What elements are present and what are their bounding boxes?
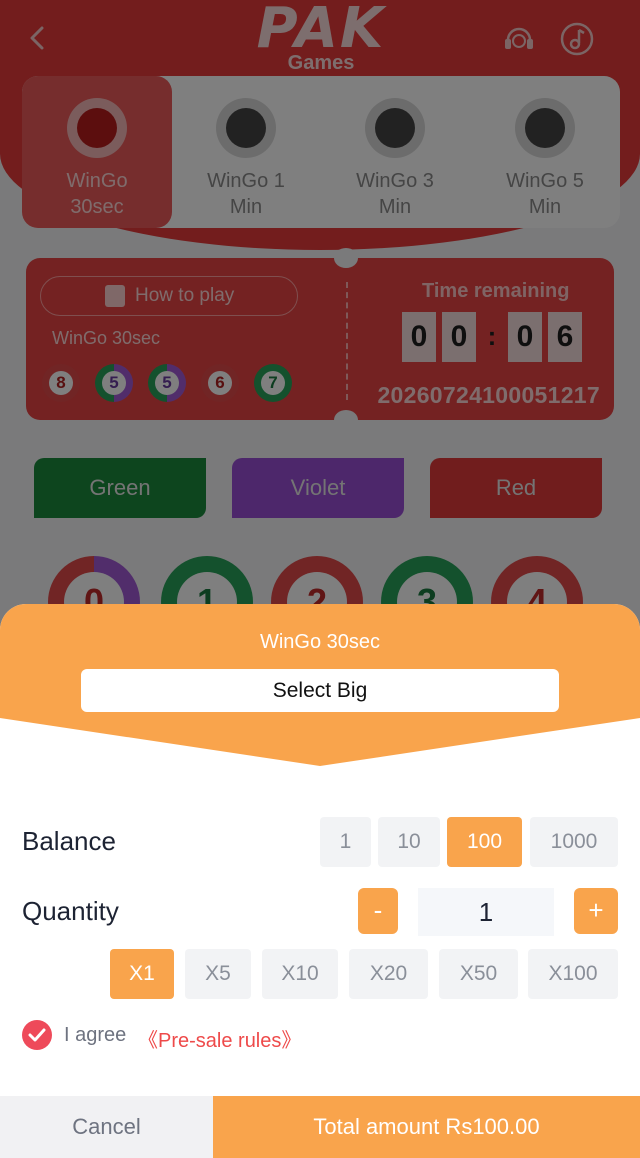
bet-sheet: WinGo 30sec Select Big Balance 1 10 100 … — [0, 604, 640, 1158]
agree-label: I agree — [64, 1024, 127, 1046]
multiplier-x50[interactable]: X50 — [439, 949, 518, 999]
bet-sheet-header: WinGo 30sec Select Big — [0, 604, 640, 766]
quantity-input[interactable]: 1 — [418, 888, 554, 936]
selected-bet: Select Big — [81, 669, 559, 712]
balance-option-1[interactable]: 1 — [320, 817, 371, 867]
multiplier-x20[interactable]: X20 — [349, 949, 428, 999]
multiplier-x10[interactable]: X10 — [262, 949, 338, 999]
balance-label: Balance — [22, 826, 116, 856]
balance-option-10[interactable]: 10 — [378, 817, 440, 867]
multiplier-x100[interactable]: X100 — [528, 949, 618, 999]
agree-checkbox[interactable] — [22, 1020, 52, 1050]
quantity-increase-button[interactable]: + — [574, 888, 618, 934]
balance-option-1000[interactable]: 1000 — [530, 817, 618, 867]
bet-sheet-title: WinGo 30sec — [259, 631, 381, 653]
balance-option-100[interactable]: 100 — [447, 817, 522, 867]
multiplier-x5[interactable]: X5 — [185, 949, 251, 999]
confirm-bet-button[interactable]: Total amount Rs100.00 — [213, 1096, 640, 1158]
multiplier-x1[interactable]: X1 — [110, 949, 174, 999]
quantity-decrease-button[interactable]: - — [358, 888, 398, 934]
cancel-button[interactable]: Cancel — [0, 1096, 213, 1158]
pre-sale-rules-link[interactable]: 《Pre-sale rules》 — [138, 1024, 301, 1053]
checkmark-icon — [28, 1028, 46, 1042]
quantity-label: Quantity — [22, 896, 119, 926]
